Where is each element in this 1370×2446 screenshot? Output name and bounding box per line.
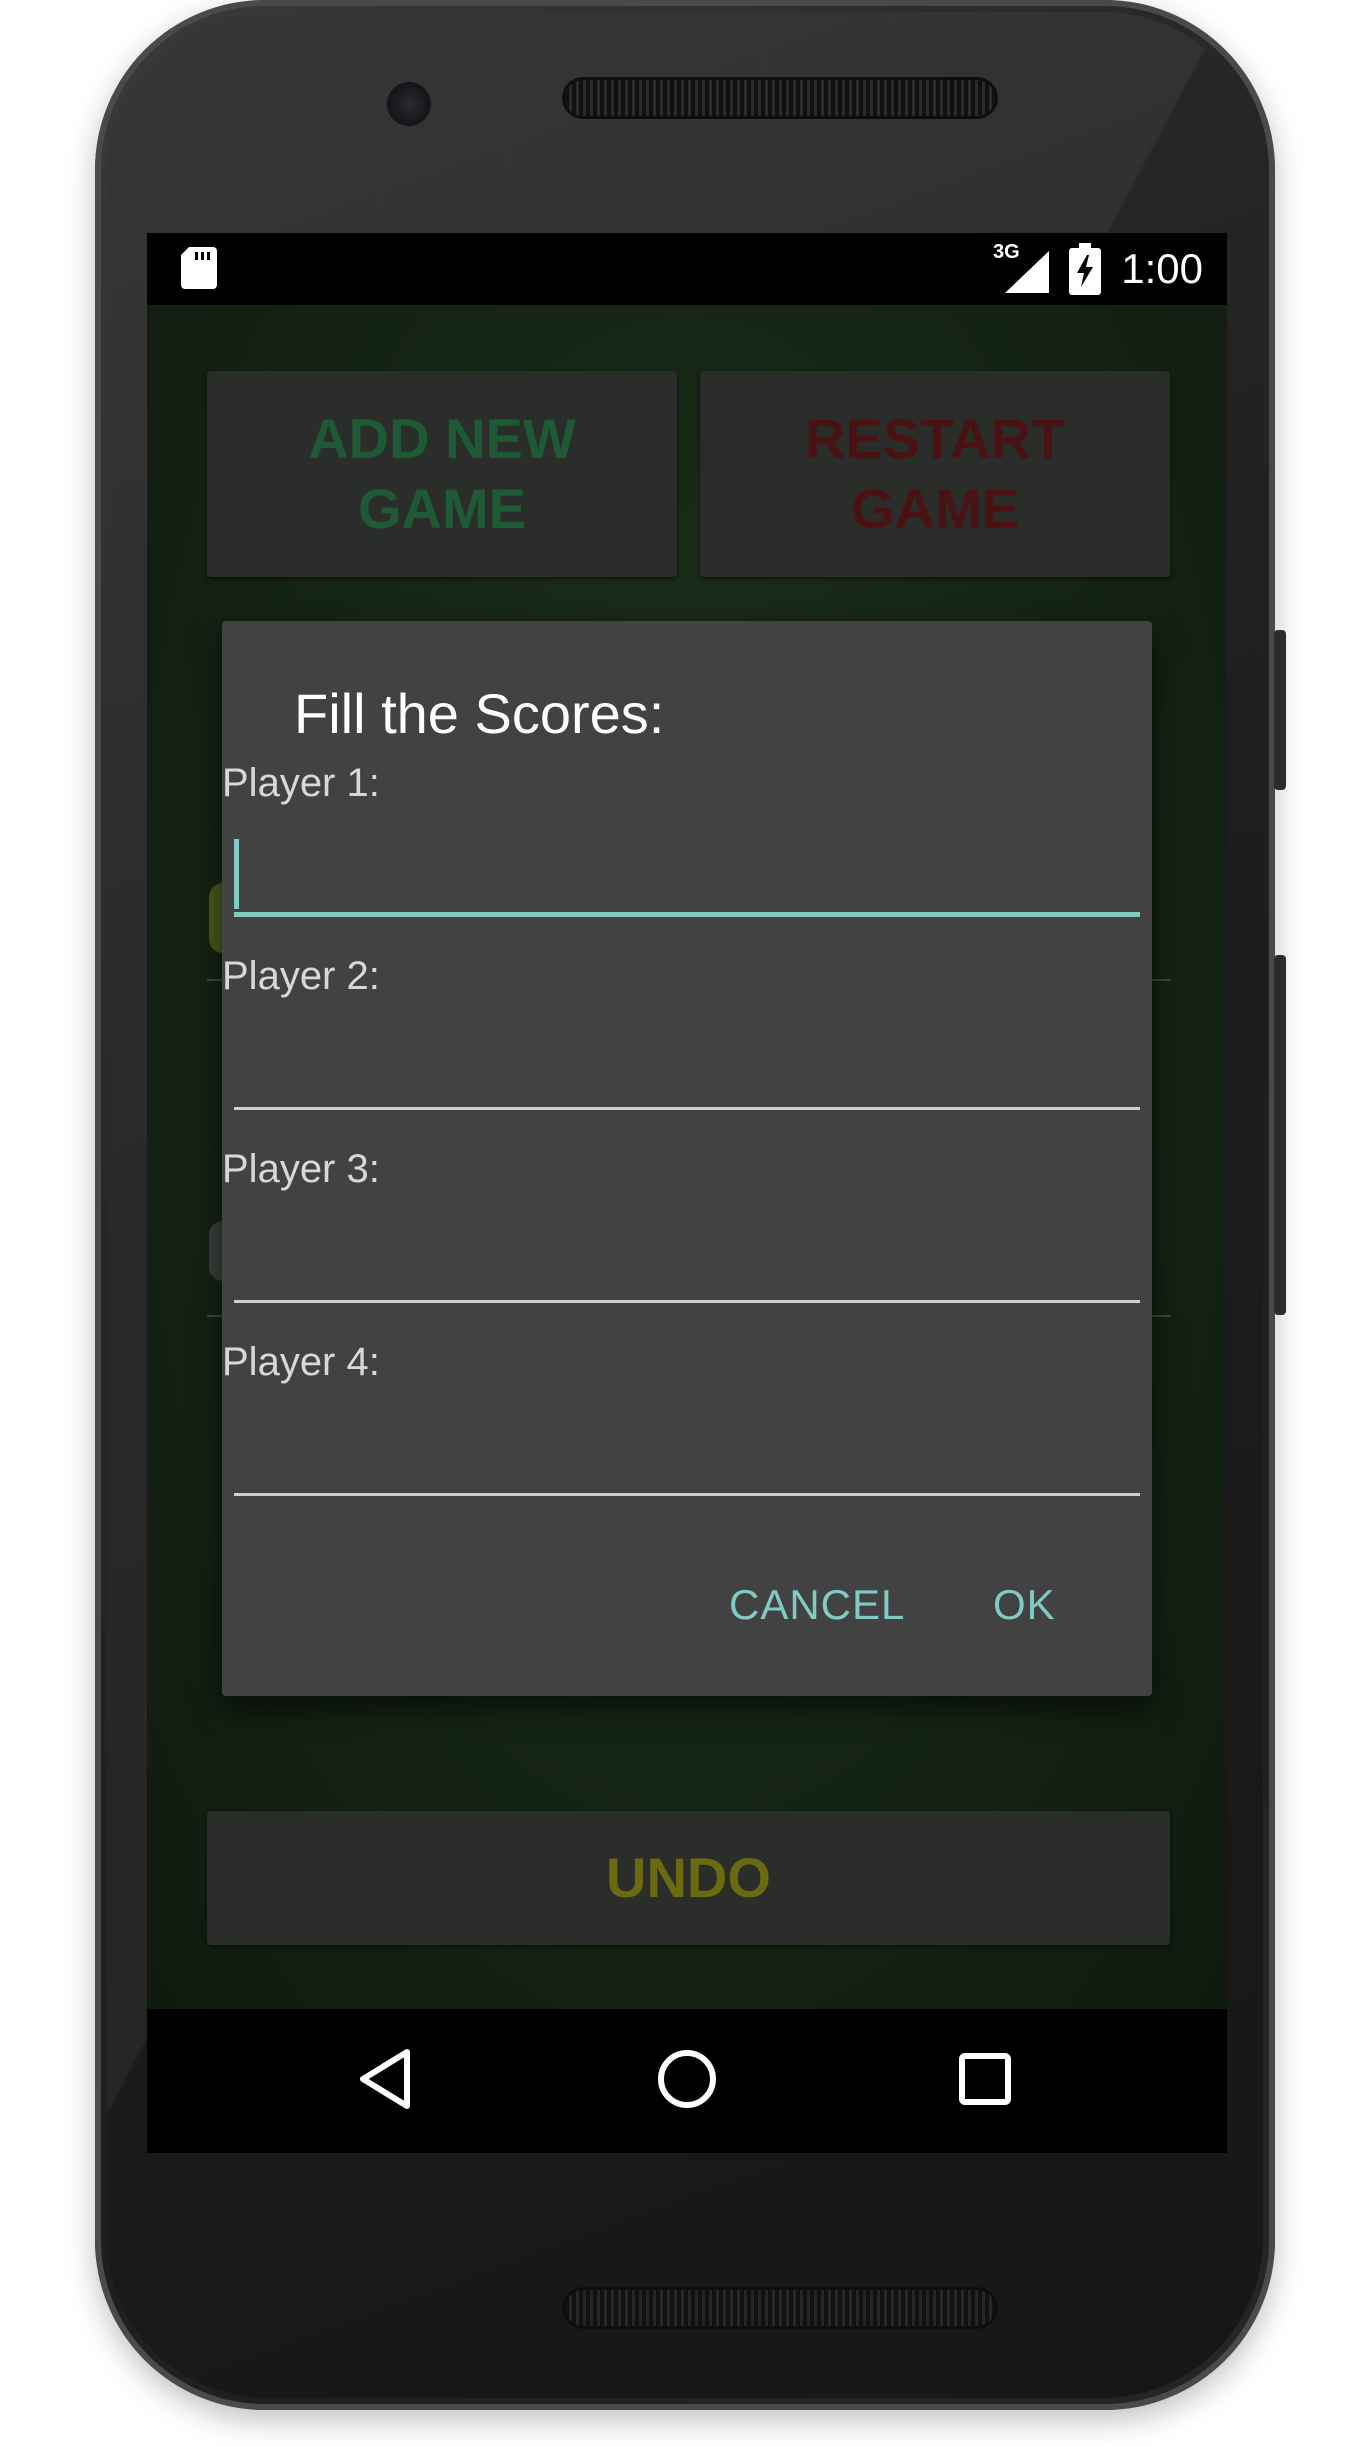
player-2-label: Player 2: (222, 954, 380, 998)
dialog-title: Fill the Scores: (294, 682, 665, 745)
navigation-bar (147, 2009, 1227, 2153)
back-icon (355, 2046, 415, 2116)
player-4-label: Player 4: (222, 1340, 380, 1384)
restart-game-button[interactable]: RESTART GAME (700, 371, 1170, 577)
player-2-score-input[interactable] (234, 1014, 1140, 1110)
text-cursor (234, 839, 239, 909)
add-new-game-label: ADD NEW GAME (308, 407, 576, 540)
device-screen: 3G 1:00 ADD NEW GAME RESTART GAME UNDO F… (147, 233, 1227, 2153)
earpiece-speaker (565, 80, 995, 116)
bottom-speaker (565, 2290, 995, 2326)
power-button (1274, 630, 1286, 790)
restart-game-label: RESTART GAME (804, 407, 1066, 540)
sd-card-icon (181, 247, 217, 293)
player-1-score-input[interactable] (234, 821, 1140, 917)
status-bar: 3G 1:00 (147, 233, 1227, 305)
player-3-score-input[interactable] (234, 1207, 1140, 1303)
recents-button[interactable] (943, 2039, 1027, 2123)
fill-scores-dialog: Fill the Scores: Player 1: Player 2: Pla… (222, 621, 1152, 1696)
recents-icon (957, 2051, 1013, 2111)
front-camera (387, 82, 431, 126)
status-time: 1:00 (1121, 245, 1203, 292)
undo-button[interactable]: UNDO (207, 1811, 1170, 1945)
cancel-button[interactable]: CANCEL (729, 1581, 905, 1629)
home-icon (655, 2047, 719, 2115)
add-new-game-button[interactable]: ADD NEW GAME (207, 371, 677, 577)
home-button[interactable] (645, 2039, 729, 2123)
signal-3g-icon: 3G (993, 241, 1053, 295)
player-1-label: Player 1: (222, 761, 380, 805)
back-button[interactable] (343, 2039, 427, 2123)
player-3-label: Player 3: (222, 1147, 380, 1191)
player-4-score-input[interactable] (234, 1400, 1140, 1496)
battery-charging-icon (1069, 243, 1101, 299)
ok-button[interactable]: OK (993, 1581, 1056, 1629)
volume-button (1274, 955, 1286, 1315)
undo-label: UNDO (606, 1846, 771, 1909)
